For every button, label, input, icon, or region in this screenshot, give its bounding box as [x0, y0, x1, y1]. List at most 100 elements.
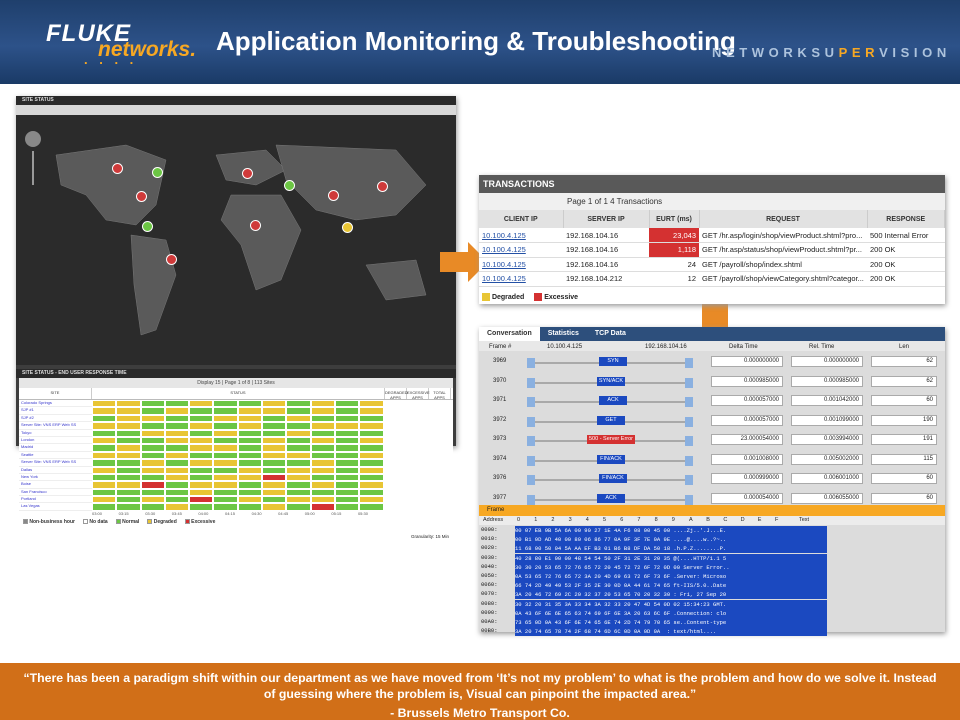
status-cell[interactable]	[262, 451, 287, 460]
hex-bytes[interactable]: 66 74 2D 49 49 53 2F 35 2E 30 0D 0A 44 6…	[515, 581, 827, 591]
status-cell[interactable]	[189, 422, 214, 430]
status-cell[interactable]	[286, 400, 311, 408]
status-cell[interactable]	[286, 488, 311, 497]
status-cell[interactable]	[140, 503, 165, 511]
status-cell[interactable]	[237, 451, 263, 460]
status-cell[interactable]	[334, 444, 360, 452]
site-marker[interactable]	[377, 181, 388, 192]
status-cell[interactable]	[116, 496, 141, 504]
status-cell[interactable]	[140, 407, 165, 415]
status-cell[interactable]	[116, 444, 141, 452]
col-total[interactable]: TOTAL APPS	[429, 388, 451, 400]
site-name[interactable]: Madrid	[19, 444, 92, 452]
status-cell[interactable]	[262, 496, 287, 504]
status-cell[interactable]	[164, 400, 190, 408]
status-cell[interactable]	[310, 451, 335, 460]
tab-tcp-data[interactable]: TCP Data	[587, 327, 634, 341]
status-cell[interactable]	[262, 473, 287, 482]
col-excessive[interactable]: EXCESSIVE APPS	[407, 388, 430, 400]
th-response[interactable]: RESPONSE	[867, 210, 945, 228]
status-cell[interactable]	[92, 473, 117, 482]
status-cell[interactable]	[92, 466, 117, 474]
status-cell[interactable]	[164, 429, 190, 437]
site-name[interactable]: London	[19, 437, 92, 445]
status-cell[interactable]	[310, 422, 335, 430]
status-cell[interactable]	[359, 451, 384, 460]
status-cell[interactable]	[164, 444, 190, 452]
status-cell[interactable]	[310, 436, 335, 445]
col-status[interactable]: STATUS	[92, 388, 385, 399]
status-cell[interactable]	[164, 488, 190, 497]
status-cell[interactable]	[189, 466, 214, 474]
site-name[interactable]: Tokyo	[19, 430, 92, 437]
status-cell[interactable]	[189, 407, 214, 415]
hex-bytes[interactable]: 0A 43 6F 6E 6E 65 63 74 69 6F 6E 3A 20 6…	[515, 608, 827, 618]
status-cell[interactable]	[286, 414, 311, 423]
th-server-ip[interactable]: SERVER IP	[563, 210, 650, 228]
status-cell[interactable]	[189, 496, 214, 504]
status-cell[interactable]	[164, 481, 190, 489]
status-cell[interactable]	[334, 407, 360, 415]
status-cell[interactable]	[140, 422, 165, 430]
site-name[interactable]: Seattle	[19, 452, 92, 460]
status-cell[interactable]	[213, 503, 238, 511]
status-cell[interactable]	[262, 459, 287, 467]
col-site[interactable]: SITE	[19, 388, 92, 399]
status-cell[interactable]	[116, 466, 141, 474]
status-cell[interactable]	[237, 444, 263, 452]
status-cell[interactable]	[310, 459, 335, 467]
packet-label[interactable]: ACK	[597, 493, 625, 503]
status-cell[interactable]	[189, 429, 214, 437]
status-cell[interactable]	[92, 407, 117, 415]
status-cell[interactable]	[140, 481, 165, 489]
status-cell[interactable]	[310, 444, 335, 452]
status-cell[interactable]	[262, 414, 287, 423]
status-cell[interactable]	[92, 451, 117, 460]
status-cell[interactable]	[189, 473, 214, 482]
status-cell[interactable]	[164, 414, 190, 423]
hex-bytes[interactable]: 73 65 0D 0A 43 6F 6E 74 65 6E 74 2D 74 7…	[515, 618, 827, 627]
conversation-row[interactable]: 3971 ACK 0.000057000 0.001042000 60	[479, 392, 945, 411]
site-name[interactable]: New York	[19, 474, 92, 482]
site-marker[interactable]	[112, 163, 123, 174]
status-cell[interactable]	[334, 473, 360, 482]
status-cell[interactable]	[237, 429, 263, 437]
status-cell[interactable]	[237, 481, 263, 489]
status-cell[interactable]	[164, 473, 190, 482]
status-cell[interactable]	[164, 422, 190, 430]
site-marker[interactable]	[328, 190, 339, 201]
transactions-pager[interactable]: Page 1 of 1 4 Transactions	[479, 193, 945, 210]
status-cell[interactable]	[213, 466, 238, 474]
status-cell[interactable]	[286, 407, 311, 415]
status-cell[interactable]	[213, 429, 238, 437]
status-cell[interactable]	[237, 422, 263, 430]
frame-tab[interactable]: Frame	[479, 505, 945, 516]
status-cell[interactable]	[237, 414, 263, 423]
status-cell[interactable]	[164, 466, 190, 474]
status-cell[interactable]	[92, 422, 117, 430]
hex-bytes[interactable]: 0A 53 65 72 76 65 72 3A 20 4D 69 63 72 6…	[515, 572, 827, 581]
site-marker[interactable]	[242, 168, 253, 179]
packet-label[interactable]: ACK	[599, 396, 627, 405]
site-marker[interactable]	[342, 222, 353, 233]
conversation-row[interactable]: 3976 FIN/ACK 0.000999000 0.006001000 60	[479, 470, 945, 489]
th-eurt[interactable]: EURT (ms)	[649, 210, 700, 228]
site-marker[interactable]	[152, 167, 163, 178]
status-cell[interactable]	[164, 436, 190, 445]
site-marker[interactable]	[136, 191, 147, 202]
status-cell[interactable]	[359, 414, 384, 423]
packet-label[interactable]: FIN/ACK	[597, 454, 625, 464]
status-cell[interactable]	[189, 503, 214, 511]
status-cell[interactable]	[262, 444, 287, 452]
status-cell[interactable]	[359, 459, 384, 467]
site-name[interactable]: SJP #2	[19, 415, 92, 423]
status-cell[interactable]	[164, 407, 190, 415]
status-cell[interactable]	[140, 436, 165, 445]
status-cell[interactable]	[359, 422, 384, 430]
th-client-ip[interactable]: CLIENT IP	[479, 210, 564, 228]
status-cell[interactable]	[310, 429, 335, 437]
status-cell[interactable]	[237, 488, 263, 497]
site-name[interactable]: Dallas	[19, 467, 92, 474]
status-cell[interactable]	[140, 451, 165, 460]
status-cell[interactable]	[286, 436, 311, 445]
